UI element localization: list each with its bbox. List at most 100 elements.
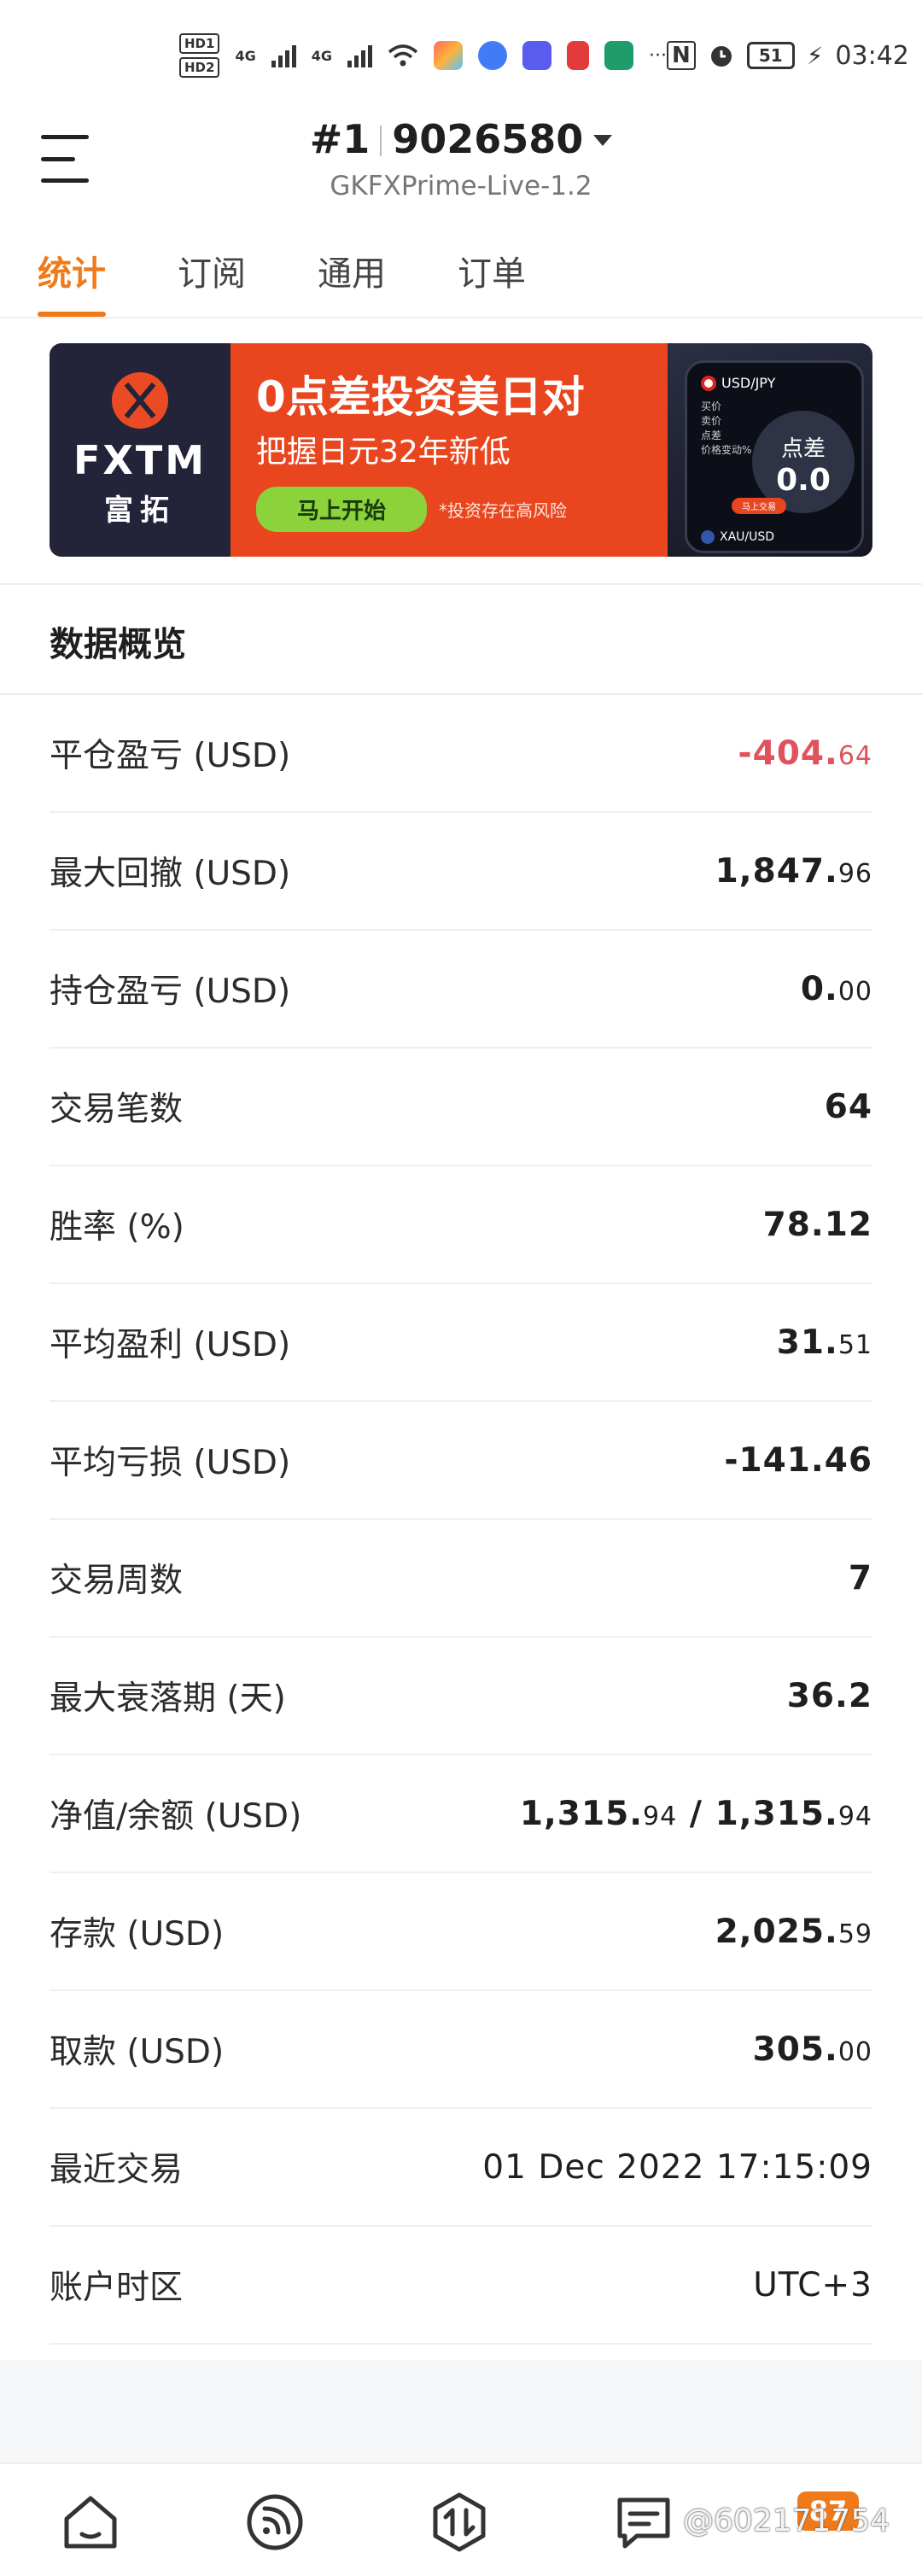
stat-value: 01 Dec 2022 17:15:09 bbox=[482, 2147, 872, 2187]
wifi-icon bbox=[388, 44, 418, 67]
stat-label: 存款 (USD) bbox=[50, 1915, 225, 1954]
signal-icon bbox=[271, 44, 296, 67]
stat-label: 交易笔数 bbox=[50, 1090, 184, 1129]
hd2-badge: HD2 bbox=[179, 57, 220, 78]
tab-subscription[interactable]: 订阅 bbox=[178, 229, 246, 317]
stat-label: 账户时区 bbox=[50, 2269, 184, 2307]
phone-line: 买价 bbox=[701, 400, 722, 412]
stat-row-avg-profit: 平均盈利 (USD) 31.51 bbox=[50, 1284, 872, 1402]
stat-row-avg-loss: 平均亏损 (USD) -141.46 bbox=[50, 1402, 872, 1520]
stat-row-timezone: 账户时区 UTC+3 bbox=[50, 2227, 872, 2345]
network-type-1: 4G bbox=[235, 47, 256, 64]
stat-value: -404.64 bbox=[738, 733, 872, 773]
trade-icon[interactable] bbox=[427, 2490, 492, 2555]
spread-label: 点差 bbox=[780, 436, 826, 462]
app-header: #1 9026580 GKFXPrime-Live-1.2 bbox=[0, 111, 922, 222]
stat-value: 64 bbox=[824, 1087, 872, 1126]
status-right: N 51 ⚡ 03:42 bbox=[666, 40, 909, 71]
stat-value: 1,315.94 / 1,315.94 bbox=[519, 1794, 872, 1833]
stat-row-closed-pnl: 平仓盈亏 (USD) -404.64 bbox=[50, 695, 872, 813]
stat-row-max-drawdown: 最大回撤 (USD) 1,847.96 bbox=[50, 813, 872, 931]
brand-name-cn: 富拓 bbox=[104, 493, 176, 528]
stats-list: 平仓盈亏 (USD) -404.64 最大回撤 (USD) 1,847.96 持… bbox=[0, 695, 922, 2345]
stat-label: 交易周数 bbox=[50, 1562, 184, 1600]
stat-row-max-decline-period: 最大衰落期 (天) 36.2 bbox=[50, 1638, 872, 1755]
stat-row-win-rate: 胜率 (%) 78.12 bbox=[50, 1166, 872, 1284]
stat-label: 净值/余额 (USD) bbox=[50, 1797, 302, 1836]
title-separator bbox=[380, 126, 382, 156]
phone-pair-2: XAU/USD bbox=[701, 530, 774, 544]
stat-value: 0.00 bbox=[800, 969, 872, 1008]
signal-icon-2 bbox=[347, 44, 372, 67]
stat-label: 最近交易 bbox=[50, 2151, 184, 2189]
brand-name: FXTM bbox=[73, 436, 207, 483]
stat-label: 取款 (USD) bbox=[50, 2033, 225, 2071]
tab-orders[interactable]: 订单 bbox=[458, 229, 526, 317]
tab-statistics[interactable]: 统计 bbox=[38, 229, 106, 317]
stat-row-withdrawals: 取款 (USD) 305.00 bbox=[50, 1991, 872, 2109]
alarm-icon bbox=[710, 46, 732, 67]
stat-value: 36.2 bbox=[786, 1676, 872, 1715]
account-selector[interactable]: #1 9026580 bbox=[0, 116, 922, 162]
music-notification-icon bbox=[477, 41, 507, 70]
phone-pair-label: USD/JPY bbox=[721, 375, 776, 391]
stat-value: -141.46 bbox=[724, 1440, 872, 1480]
phone-pair: USD/JPY bbox=[701, 375, 848, 391]
caret-down-icon bbox=[593, 135, 613, 146]
message-icon[interactable] bbox=[611, 2490, 676, 2555]
stat-label: 最大衰落期 (天) bbox=[50, 1679, 286, 1718]
banner-cta-row: 马上开始 *投资存在高风险 bbox=[256, 487, 585, 532]
clock: 03:42 bbox=[835, 40, 909, 71]
phone-mockup: USD/JPY 买价 卖价 点差 价格变动% 点差 0.0 马上交易 XAU/U… bbox=[685, 360, 864, 553]
stat-value: 78.12 bbox=[762, 1205, 872, 1244]
stat-row-last-trade: 最近交易 01 Dec 2022 17:15:09 bbox=[50, 2109, 872, 2227]
section-title: 数据概览 bbox=[50, 625, 186, 664]
stat-value: 31.51 bbox=[776, 1323, 872, 1362]
ad-banner[interactable]: FXTM 富拓 0点差投资美日对 把握日元32年新低 马上开始 *投资存在高风险… bbox=[50, 343, 872, 557]
stat-row-trade-count: 交易笔数 64 bbox=[50, 1049, 872, 1166]
status-bar: HD1 HD2 4G 4G ··· N 51 ⚡ 03:42 bbox=[0, 0, 922, 111]
banner-subline: 把握日元32年新低 bbox=[256, 435, 511, 470]
stat-label: 平均亏损 (USD) bbox=[50, 1444, 291, 1482]
banner-headline: 0点差投资美日对 bbox=[256, 372, 585, 422]
stat-row-trade-weeks: 交易周数 7 bbox=[50, 1520, 872, 1638]
account-prefix: #1 bbox=[309, 116, 371, 162]
stat-row-deposits: 存款 (USD) 2,025.59 bbox=[50, 1873, 872, 1991]
phone-pair-2-label: XAU/USD bbox=[720, 530, 775, 544]
stat-label: 胜率 (%) bbox=[50, 1208, 184, 1247]
stat-row-open-pnl: 持仓盈亏 (USD) 0.00 bbox=[50, 931, 872, 1049]
status-left: HD1 HD2 4G 4G ··· bbox=[179, 33, 667, 78]
more-notifications-icon: ··· bbox=[648, 44, 667, 67]
ad-banner-section: FXTM 富拓 0点差投资美日对 把握日元32年新低 马上开始 *投资存在高风险… bbox=[0, 320, 922, 585]
phone-trade-button: 马上交易 bbox=[732, 498, 786, 514]
hd-indicators: HD1 HD2 bbox=[179, 33, 220, 78]
study-notification-icon bbox=[522, 41, 551, 70]
charging-icon: ⚡ bbox=[806, 41, 824, 70]
stat-value: 2,025.59 bbox=[715, 1912, 872, 1951]
banner-start-button[interactable]: 马上开始 bbox=[256, 487, 427, 532]
mail-notification-icon bbox=[566, 41, 589, 70]
tab-general[interactable]: 通用 bbox=[318, 229, 386, 317]
stat-value: UTC+3 bbox=[753, 2265, 872, 2304]
stat-value: 305.00 bbox=[752, 2030, 872, 2069]
us-flag-icon bbox=[701, 530, 715, 544]
app-notification-icon bbox=[433, 41, 463, 70]
stat-row-equity-balance: 净值/余额 (USD) 1,315.94 / 1,315.94 bbox=[50, 1755, 872, 1873]
banner-phone-art: USD/JPY 买价 卖价 点差 价格变动% 点差 0.0 马上交易 XAU/U… bbox=[668, 343, 872, 557]
brand-panel: FXTM 富拓 bbox=[50, 343, 230, 557]
stat-label: 最大回撤 (USD) bbox=[50, 855, 291, 893]
nfc-icon: N bbox=[666, 41, 696, 70]
network-type-2: 4G bbox=[311, 47, 332, 64]
feed-icon[interactable] bbox=[242, 2490, 307, 2555]
bank-notification-icon bbox=[604, 41, 633, 70]
battery-icon: 51 bbox=[746, 42, 795, 69]
stat-value: 1,847.96 bbox=[715, 851, 872, 891]
account-number: 9026580 bbox=[392, 116, 584, 162]
list-footer-space bbox=[0, 2360, 922, 2462]
server-name: GKFXPrime-Live-1.2 bbox=[330, 171, 592, 202]
japan-flag-icon bbox=[701, 375, 716, 391]
banner-copy: 0点差投资美日对 把握日元32年新低 马上开始 *投资存在高风险 bbox=[256, 372, 585, 532]
stat-label: 平均盈利 (USD) bbox=[50, 1326, 291, 1364]
stat-label: 持仓盈亏 (USD) bbox=[50, 973, 291, 1011]
home-icon[interactable] bbox=[58, 2490, 123, 2555]
